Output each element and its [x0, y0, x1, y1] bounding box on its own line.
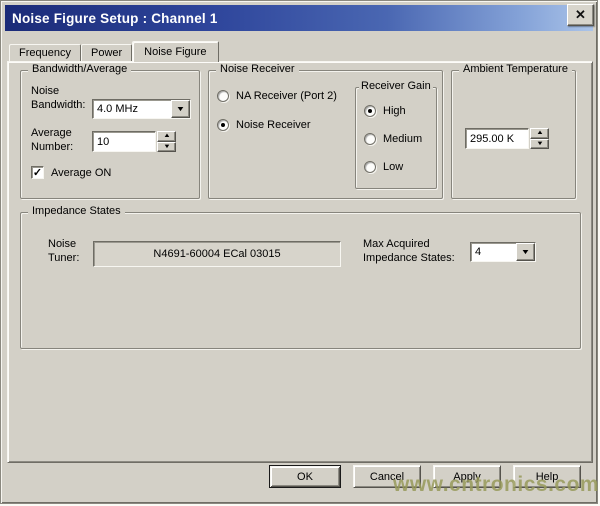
average-number-value: 10 — [97, 136, 109, 148]
radio-icon[interactable] — [364, 161, 376, 173]
ok-button[interactable]: OK — [269, 465, 341, 488]
radio-noise-receiver-label: Noise Receiver — [236, 119, 311, 131]
average-number-spinner: ▲ ▼ — [157, 131, 176, 152]
average-number-input[interactable]: 10 — [92, 131, 156, 152]
group-impedance-states: Impedance States Noise Tuner: N4691-6000… — [20, 212, 581, 349]
tab-page: Bandwidth/Average Noise Bandwidth: 4.0 M… — [7, 61, 593, 463]
radio-icon[interactable] — [364, 105, 376, 117]
max-impedance-states-value: 4 — [471, 243, 516, 261]
radio-gain-low[interactable]: Low — [364, 161, 403, 173]
group-ambient-temperature-title: Ambient Temperature — [459, 63, 572, 75]
average-on-label: Average ON — [51, 167, 111, 179]
group-receiver-gain-title: Receiver Gain — [359, 80, 433, 92]
dialog-window: Noise Figure Setup : Channel 1 ✕ Frequen… — [0, 0, 598, 504]
radio-na-receiver-label: NA Receiver (Port 2) — [236, 90, 337, 102]
window-title: Noise Figure Setup : Channel 1 — [12, 11, 218, 26]
radio-icon[interactable] — [217, 119, 229, 131]
title-bar[interactable]: Noise Figure Setup : Channel 1 — [5, 5, 593, 31]
help-button-label: Help — [536, 471, 559, 483]
group-noise-receiver-title: Noise Receiver — [216, 63, 299, 75]
checkmark-icon: ✓ — [33, 166, 42, 179]
tab-noise-figure-label: Noise Figure — [144, 46, 206, 58]
help-button[interactable]: Help — [513, 465, 581, 488]
radio-gain-high[interactable]: High — [364, 105, 406, 117]
group-bandwidth-average: Bandwidth/Average Noise Bandwidth: 4.0 M… — [20, 70, 200, 199]
chevron-down-icon: ▼ — [176, 106, 186, 113]
tab-frequency[interactable]: Frequency — [9, 44, 81, 61]
radio-na-receiver[interactable]: NA Receiver (Port 2) — [217, 90, 337, 102]
noise-bandwidth-value: 4.0 MHz — [93, 100, 171, 118]
spin-down-icon: ▼ — [163, 144, 171, 150]
noise-bandwidth-label: Noise Bandwidth: — [31, 84, 85, 112]
group-noise-receiver: Noise Receiver NA Receiver (Port 2) Nois… — [208, 70, 443, 199]
group-impedance-states-title: Impedance States — [28, 205, 125, 217]
average-on-checkbox-row[interactable]: ✓ Average ON — [31, 166, 111, 179]
close-button[interactable]: ✕ — [567, 4, 594, 26]
group-bandwidth-average-title: Bandwidth/Average — [28, 63, 131, 75]
radio-gain-medium[interactable]: Medium — [364, 133, 422, 145]
ok-button-label: OK — [297, 471, 313, 483]
noise-tuner-field: N4691-60004 ECal 03015 — [93, 241, 341, 267]
noise-tuner-value: N4691-60004 ECal 03015 — [153, 248, 280, 260]
radio-icon[interactable] — [217, 90, 229, 102]
noise-bandwidth-dropdown[interactable]: 4.0 MHz ▼ — [92, 99, 191, 119]
cancel-button-label: Cancel — [370, 471, 404, 483]
group-ambient-temperature: Ambient Temperature 295.00 K ▲ ▼ — [451, 70, 576, 199]
spin-down-icon: ▼ — [536, 141, 544, 147]
group-receiver-gain: Receiver Gain High Medium Low — [355, 87, 437, 189]
close-icon: ✕ — [575, 7, 586, 23]
noise-bandwidth-dropdown-button[interactable]: ▼ — [171, 100, 190, 118]
spin-up-button[interactable]: ▲ — [157, 131, 176, 142]
radio-noise-receiver[interactable]: Noise Receiver — [217, 119, 311, 131]
ambient-temperature-value: 295.00 K — [470, 133, 514, 145]
radio-icon[interactable] — [364, 133, 376, 145]
average-on-checkbox[interactable]: ✓ — [31, 166, 44, 179]
max-impedance-states-dropdown-button[interactable]: ▼ — [516, 243, 535, 261]
spin-down-button[interactable]: ▼ — [157, 142, 176, 153]
apply-button-label: Apply — [453, 471, 481, 483]
spin-up-icon: ▲ — [163, 133, 171, 139]
noise-tuner-label: Noise Tuner: — [48, 237, 79, 265]
tab-noise-figure[interactable]: Noise Figure — [132, 41, 218, 62]
tab-power-label: Power — [91, 47, 122, 59]
spin-down-button[interactable]: ▼ — [530, 139, 549, 150]
radio-gain-high-label: High — [383, 105, 406, 117]
max-impedance-states-label: Max Acquired Impedance States: — [363, 237, 455, 265]
max-impedance-states-dropdown[interactable]: 4 ▼ — [470, 242, 536, 262]
average-number-label: Average Number: — [31, 126, 73, 154]
cancel-button[interactable]: Cancel — [353, 465, 421, 488]
radio-gain-low-label: Low — [383, 161, 403, 173]
spin-up-icon: ▲ — [536, 130, 544, 136]
tab-frequency-label: Frequency — [19, 47, 71, 59]
radio-gain-medium-label: Medium — [383, 133, 422, 145]
apply-button[interactable]: Apply — [433, 465, 501, 488]
ambient-temperature-input[interactable]: 295.00 K — [465, 128, 529, 149]
tab-power[interactable]: Power — [81, 44, 132, 61]
spin-up-button[interactable]: ▲ — [530, 128, 549, 139]
ambient-temperature-spinner: ▲ ▼ — [530, 128, 549, 149]
tab-strip: Frequency Power Noise Figure — [9, 41, 219, 62]
chevron-down-icon: ▼ — [521, 249, 531, 256]
